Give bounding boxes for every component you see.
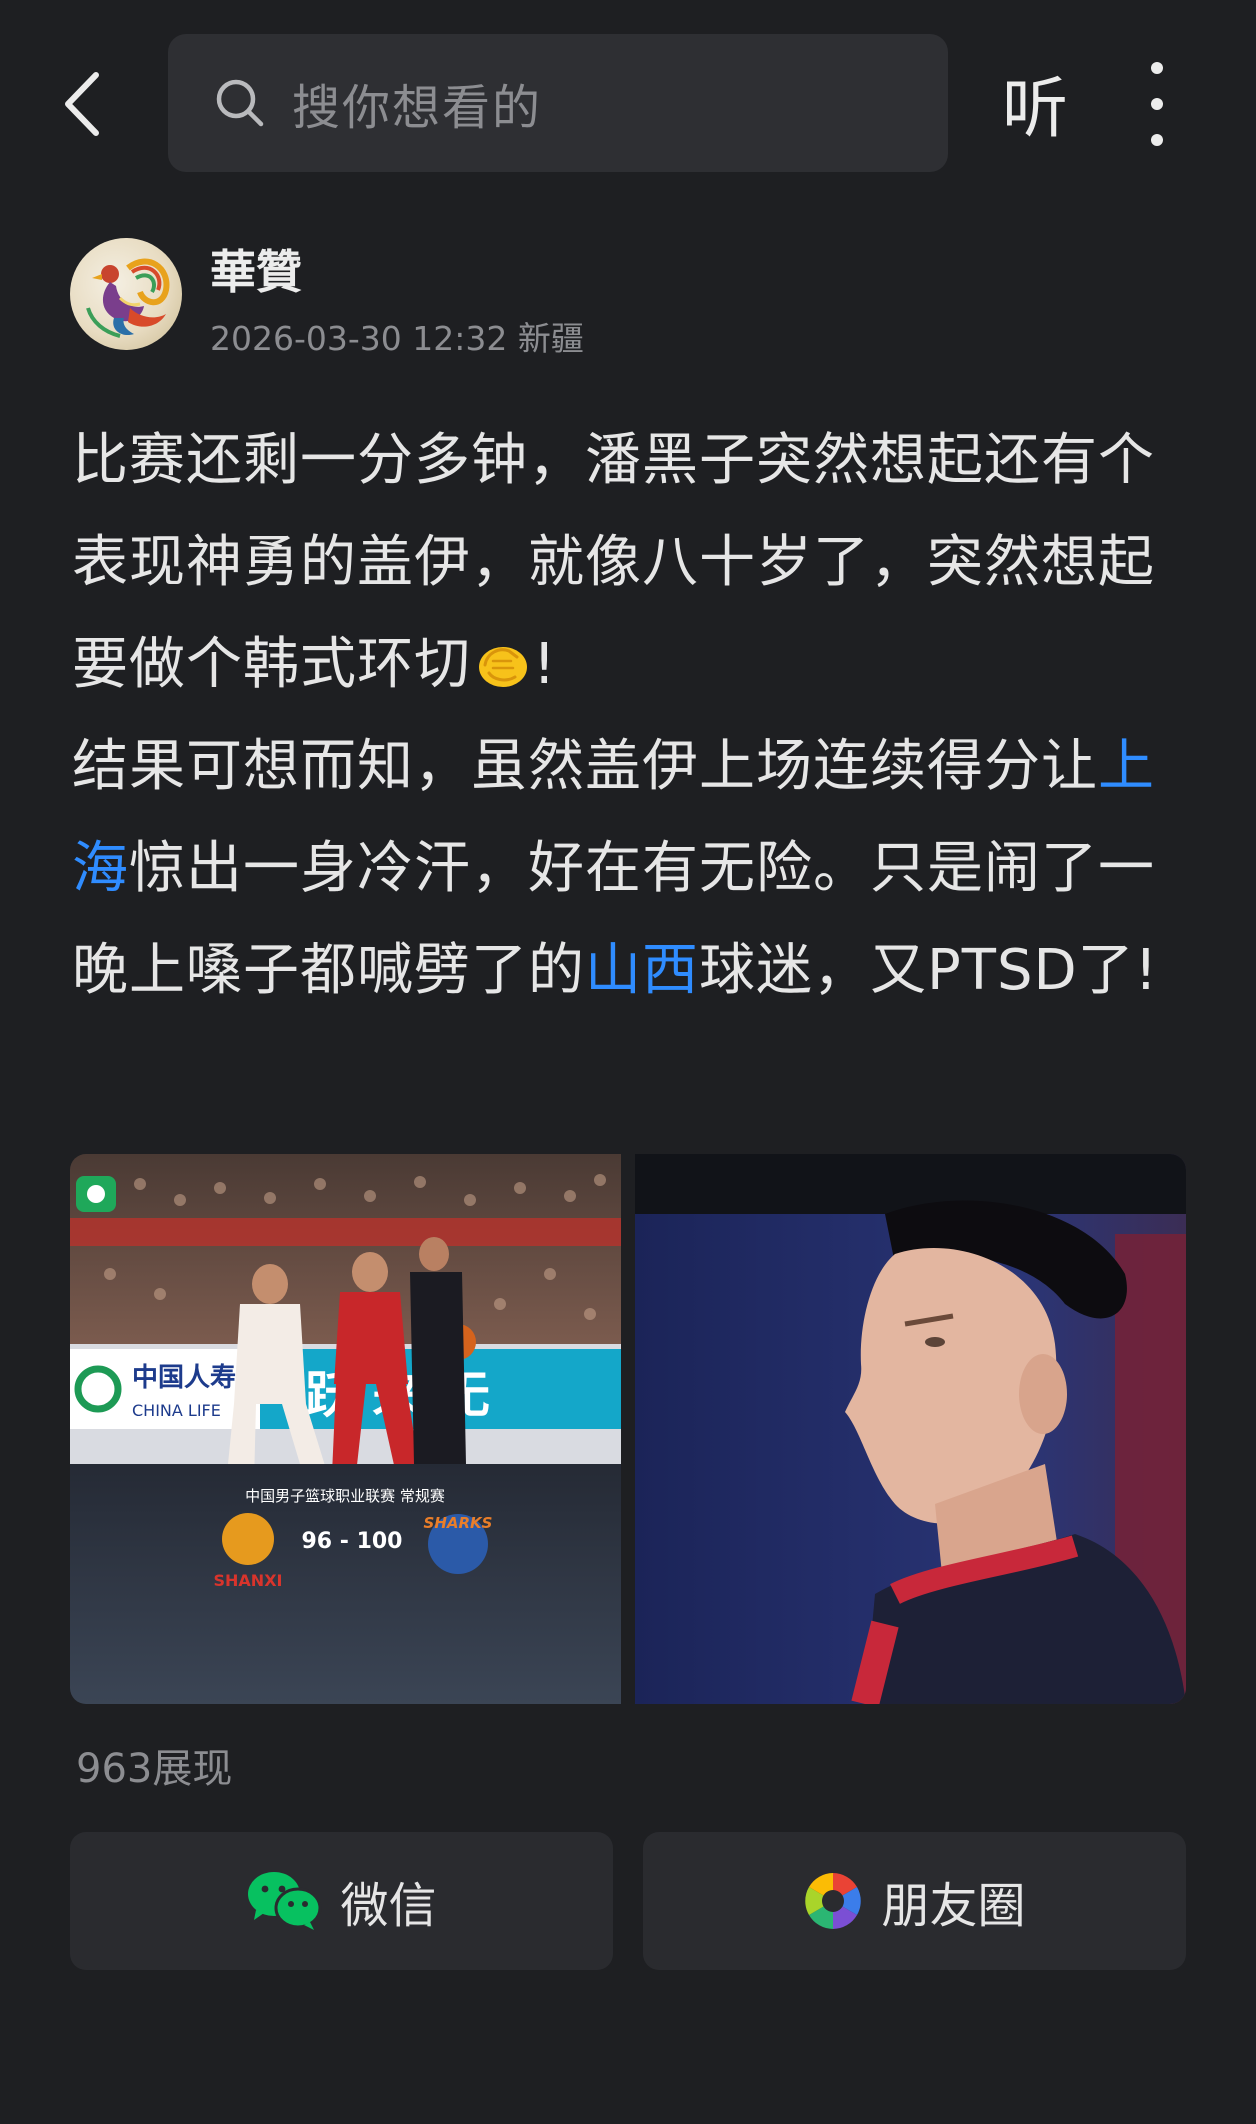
image-grid: 中国人寿 CHINA LIFE 跃 来 无 中国男子篮球职业联赛 常规赛 xyxy=(70,1154,1186,1704)
listen-label: 听 xyxy=(1002,70,1068,147)
avatar[interactable] xyxy=(70,238,182,350)
back-button[interactable] xyxy=(52,64,112,144)
post-meta: 2026-03-30 12:32 新疆 xyxy=(210,312,584,360)
wechat-icon xyxy=(248,1872,322,1930)
top-bar: 搜你想看的 听 xyxy=(0,0,1256,200)
share-wechat-label: 微信 xyxy=(340,1878,437,1934)
post-paragraph-2: 结果可想而知，虽然盖伊上场连续得分让上海惊出一身冷汗，好在有无险。只是闹了一晚上… xyxy=(72,734,1159,1003)
svg-text:96 - 100: 96 - 100 xyxy=(302,1529,403,1554)
post-location: 新疆 xyxy=(517,319,584,358)
svg-text:CHINA LIFE: CHINA LIFE xyxy=(132,1401,221,1420)
post-paragraph-1: 比赛还剩一分多钟，潘黑子突然想起还有个表现神勇的盖伊，就像八十岁了，突然想起要做… xyxy=(72,428,1155,697)
search-placeholder: 搜你想看的 xyxy=(292,80,543,136)
post-timestamp: 2026-03-30 12:32 xyxy=(210,319,508,358)
view-count: 963展现 xyxy=(76,1746,233,1792)
svg-text:中国人寿: 中国人寿 xyxy=(132,1363,236,1393)
search-input[interactable]: 搜你想看的 xyxy=(168,34,948,172)
more-options-icon[interactable] xyxy=(1130,62,1184,146)
author-name[interactable]: 華贊 xyxy=(210,236,302,302)
svg-text:中国男子篮球职业联赛 常规赛: 中国男子篮球职业联赛 常规赛 xyxy=(245,1487,445,1505)
share-wechat-button[interactable]: 微信 xyxy=(70,1832,613,1970)
share-moments-button[interactable]: 朋友圈 xyxy=(643,1832,1186,1970)
search-icon xyxy=(212,75,268,131)
post-image-player-closeup[interactable] xyxy=(635,1154,1186,1704)
svg-text:SHANXI: SHANXI xyxy=(214,1571,283,1590)
listen-button[interactable]: 听 xyxy=(990,58,1080,148)
post-image-game-photo[interactable]: 中国人寿 CHINA LIFE 跃 来 无 中国男子篮球职业联赛 常规赛 xyxy=(70,1154,621,1704)
post-body: 比赛还剩一分多钟，潘黑子突然想起还有个表现神勇的盖伊，就像八十岁了，突然想起要做… xyxy=(72,410,1192,1022)
clapping-hands-icon xyxy=(479,646,527,687)
share-moments-label: 朋友圈 xyxy=(881,1878,1026,1934)
topic-link-shanxi[interactable]: 山西 xyxy=(585,938,699,1003)
chevron-left-icon xyxy=(65,72,99,136)
svg-text:SHARKS: SHARKS xyxy=(424,1514,493,1532)
moments-aperture-icon xyxy=(805,1873,862,1929)
